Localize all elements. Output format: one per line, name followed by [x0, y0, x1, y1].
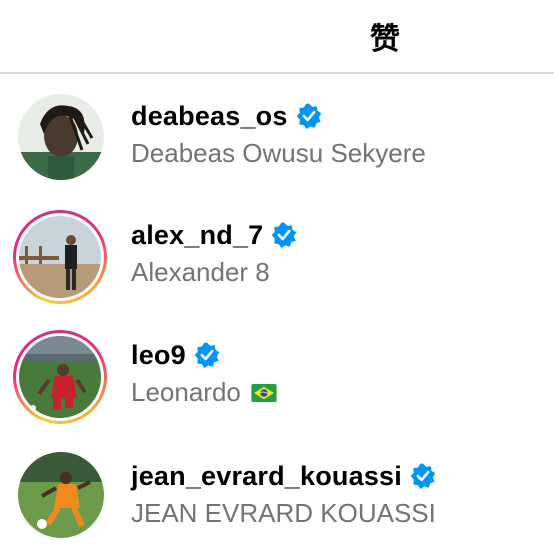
list-item[interactable]: jean_evrard_kouassi JEAN EVRARD KOUASSI — [0, 436, 554, 556]
avatar-story-ring[interactable] — [13, 210, 107, 304]
list-item[interactable]: leo9 Leonardo — [0, 315, 554, 435]
verified-badge-icon — [272, 222, 297, 248]
full-name-text: Leonardo — [131, 377, 241, 407]
username[interactable]: jean_evrard_kouassi — [131, 461, 402, 492]
avatar-image — [18, 452, 104, 538]
page-title: 赞 — [370, 22, 400, 57]
likes-header: 赞 — [0, 0, 554, 74]
verified-badge-icon — [194, 342, 220, 368]
username[interactable]: deabeas_os — [131, 101, 288, 132]
avatar-image — [18, 94, 104, 180]
avatar[interactable] — [17, 451, 105, 539]
verified-badge-icon — [410, 463, 436, 489]
full-name: Alexander 8 — [131, 257, 270, 287]
avatar-image — [19, 336, 101, 418]
username[interactable]: leo9 — [131, 340, 186, 371]
list-item[interactable]: alex_nd_7 Alexander 8 — [0, 195, 554, 315]
verified-badge-icon — [296, 103, 321, 129]
avatar-image — [19, 216, 101, 298]
username[interactable]: alex_nd_7 — [131, 220, 263, 251]
avatar[interactable] — [17, 93, 105, 181]
full-name: Leonardo — [131, 377, 277, 408]
full-name: Deabeas Owusu Sekyere — [131, 138, 426, 168]
list-item[interactable]: deabeas_os Deabeas Owusu Sekyere — [0, 76, 554, 196]
full-name: JEAN EVRARD KOUASSI — [131, 498, 436, 528]
avatar-story-ring[interactable] — [13, 330, 107, 424]
brazil-flag-icon — [251, 383, 277, 402]
